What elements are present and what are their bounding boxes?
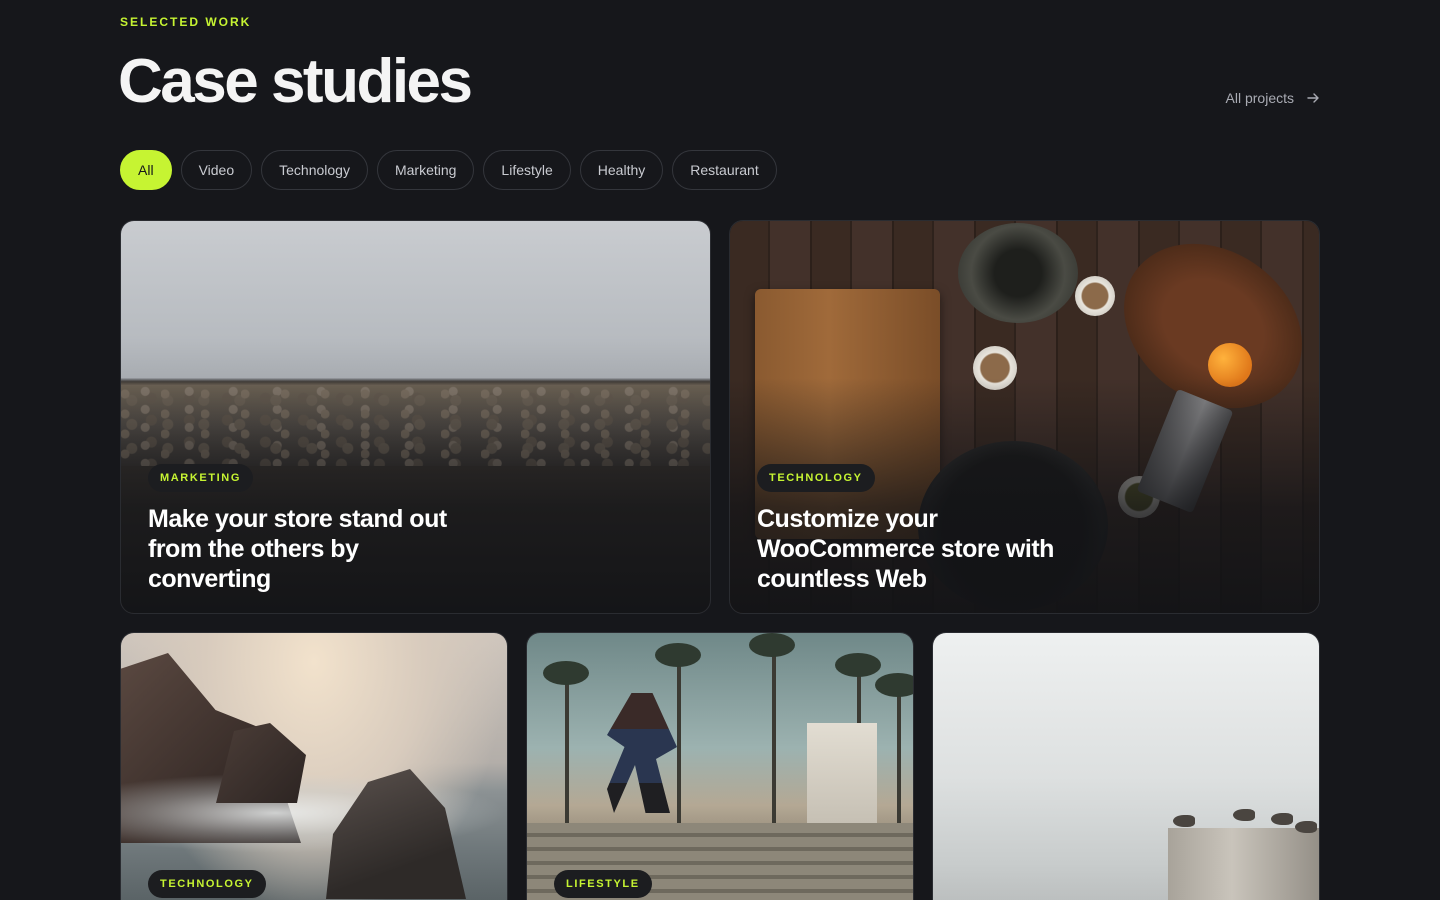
case-study-card[interactable]: MARKETING Make your store stand out from… bbox=[120, 220, 711, 614]
filter-lifestyle[interactable]: Lifestyle bbox=[483, 150, 571, 190]
card-image bbox=[933, 633, 1319, 900]
case-study-card[interactable]: LIFESTYLE bbox=[526, 632, 914, 900]
filter-marketing[interactable]: Marketing bbox=[376, 150, 475, 190]
card-tag[interactable]: TECHNOLOGY bbox=[757, 464, 875, 492]
case-study-card[interactable] bbox=[932, 632, 1320, 900]
case-studies-section: SELECTED WORK Case studies All projects … bbox=[0, 0, 1440, 900]
filter-video[interactable]: Video bbox=[180, 150, 253, 190]
filter-bar: All Video Technology Marketing Lifestyle… bbox=[120, 150, 777, 190]
page-title: Case studies bbox=[118, 47, 473, 116]
card-image bbox=[527, 633, 913, 900]
filter-all[interactable]: All bbox=[120, 150, 172, 190]
all-projects-label: All projects bbox=[1225, 90, 1294, 106]
filter-technology[interactable]: Technology bbox=[261, 150, 368, 190]
filter-restaurant[interactable]: Restaurant bbox=[672, 150, 777, 190]
all-projects-link[interactable]: All projects bbox=[1226, 90, 1320, 106]
arrow-right-icon bbox=[1307, 93, 1319, 103]
card-tag[interactable]: TECHNOLOGY bbox=[148, 870, 266, 898]
case-study-card[interactable]: TECHNOLOGY Customize your WooCommerce st… bbox=[729, 220, 1320, 614]
case-study-card[interactable]: TECHNOLOGY bbox=[120, 632, 508, 900]
card-title[interactable]: Customize your WooCommerce store with co… bbox=[757, 504, 1087, 594]
card-tag[interactable]: MARKETING bbox=[148, 464, 254, 492]
card-image bbox=[121, 633, 507, 900]
section-eyebrow: SELECTED WORK bbox=[120, 15, 252, 29]
card-title[interactable]: Make your store stand out from the other… bbox=[148, 504, 478, 594]
filter-healthy[interactable]: Healthy bbox=[579, 150, 664, 190]
card-tag[interactable]: LIFESTYLE bbox=[554, 870, 652, 898]
